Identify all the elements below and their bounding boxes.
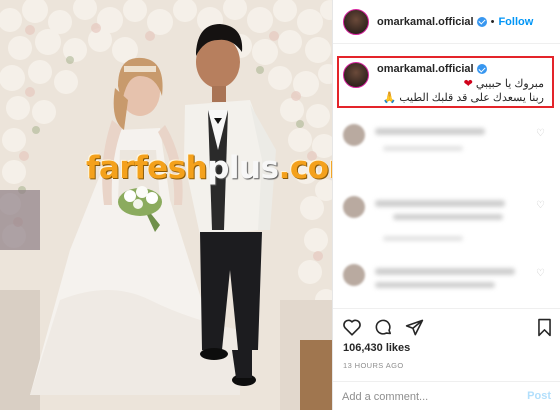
post-comment-button[interactable]: Post [527,390,551,402]
caption-line-2: ربنا يسعدك على قد قلبك الطيب 🙏 [382,91,544,104]
blurred-comment-text [375,282,495,288]
comment-avatar [343,264,365,286]
list-item: ♡ [343,196,545,252]
list-item: ♡ [343,264,545,304]
verified-badge-icon [476,16,487,27]
blurred-comment-text [375,268,515,275]
username-link[interactable]: omarkamal.official [377,16,474,28]
blurred-comment-text [393,214,503,220]
timestamp[interactable]: 13 HOURS AGO [343,361,404,370]
watermark-domain: .com [278,150,332,186]
caption-text-1: مبروك يا حبيبي [475,78,544,90]
post-actions: 106,430 likes 13 HOURS AGO Post [333,308,560,410]
add-comment-bar: Post [333,381,560,410]
pray-emoji: 🙏 [382,92,397,104]
caption-text-2: ربنا يسعدك على قد قلبك الطيب [399,92,544,104]
comment-avatar [343,124,365,146]
follow-button[interactable]: Follow [498,16,533,28]
blurred-comment-meta [383,146,463,151]
watermark: farfeshplus.com [86,150,332,186]
avatar[interactable] [343,8,369,35]
caption-username[interactable]: omarkamal.official [377,63,487,75]
caption-verified-icon [476,64,487,75]
share-icon[interactable] [405,318,424,337]
likes-count[interactable]: 106,430 likes [343,342,410,354]
comment-icon[interactable] [374,318,393,337]
red-heart-emoji: ❤ [463,78,473,90]
comment-like-icon[interactable]: ♡ [536,268,545,279]
watermark-plus: plus [207,150,279,186]
wedding-photo-illustration [0,0,332,410]
post-header: omarkamal.official • Follow [333,0,560,44]
caption-avatar[interactable] [343,62,369,88]
post-photo[interactable]: farfeshplus.com [0,0,332,410]
heart-icon[interactable] [342,318,362,337]
bookmark-icon[interactable] [536,318,553,337]
caption-username-text[interactable]: omarkamal.official [377,63,474,75]
caption-highlight: omarkamal.official مبروك يا حبيبي ❤ ربنا… [337,56,554,108]
post-side-panel: omarkamal.official • Follow omarkamal.of… [332,0,560,410]
comment-avatar [343,196,365,218]
blurred-comment-text [375,200,505,207]
caption-line-1: مبروك يا حبيبي ❤ [464,77,544,90]
separator-dot: • [490,15,495,28]
comment-like-icon[interactable]: ♡ [536,128,545,139]
action-icons [342,318,424,337]
comment-input[interactable] [342,389,512,405]
blurred-comment-text [375,128,485,135]
comment-like-icon[interactable]: ♡ [536,200,545,211]
list-item: ♡ [343,124,545,158]
watermark-brand: farfesh [86,150,208,186]
blurred-comment-meta [383,236,463,241]
